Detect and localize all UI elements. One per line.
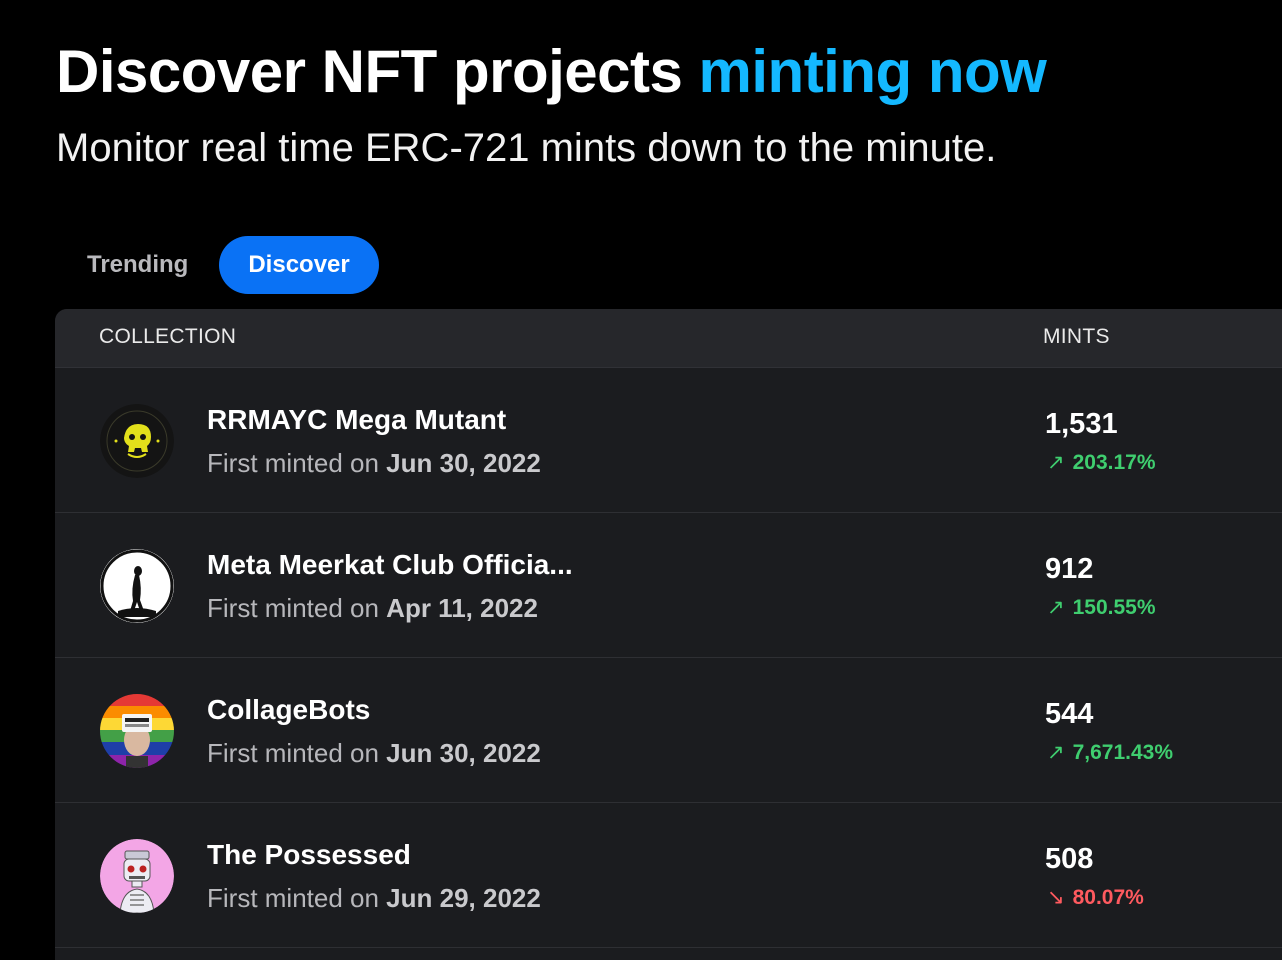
meerkat-silhouette-icon [100,549,174,623]
collections-table: COLLECTION MINTS RRMAYC Mega Mutant Firs… [55,309,1282,960]
first-minted-text: First minted on Jun 30, 2022 [207,738,541,769]
title-accent: minting now [698,38,1047,105]
first-minted-label: First minted on [207,448,387,478]
trend-down-icon: ↘ [1047,886,1065,909]
table-row[interactable]: CollageBots First minted on Jun 30, 2022… [55,658,1282,803]
first-minted-label: First minted on [207,883,387,913]
collection-name[interactable]: CollageBots [207,694,370,726]
collection-name[interactable]: RRMAYC Mega Mutant [207,404,506,436]
page-subtitle: Monitor real time ERC-721 mints down to … [56,126,997,170]
column-header-mints[interactable]: MINTS [1043,325,1110,349]
first-minted-date: Jun 30, 2022 [386,448,541,478]
mints-count: 912 [1045,553,1094,585]
tab-trending[interactable]: Trending [58,236,217,294]
collection-name[interactable]: Meta Meerkat Club Officia... [207,549,573,581]
table-row[interactable]: RRMAYC Mega Mutant First minted on Jun 3… [55,368,1282,513]
first-minted-text: First minted on Jun 30, 2022 [207,448,541,479]
first-minted-text: First minted on Apr 11, 2022 [207,593,538,624]
page: Discover NFT projects minting now Monito… [0,0,1282,960]
mints-count: 508 [1045,843,1094,875]
table-header: COLLECTION MINTS [55,309,1282,368]
trend-up-icon: ↗ [1047,596,1065,619]
mints-change: ↗ 7,671.43% [1047,740,1173,765]
trend-up-icon: ↗ [1047,741,1065,764]
trend-up-icon: ↗ [1047,451,1065,474]
ape-skull-badge-icon [100,404,174,478]
tab-discover[interactable]: Discover [219,236,379,294]
page-title: Discover NFT projects minting now [56,36,1047,108]
first-minted-text: First minted on Jun 29, 2022 [207,883,541,914]
column-header-collection[interactable]: COLLECTION [99,325,236,349]
first-minted-date: Apr 11, 2022 [386,593,538,623]
rainbow-robot-icon [100,694,174,768]
mints-change: ↗ 150.55% [1047,595,1156,620]
mints-change-value: 7,671.43% [1072,741,1174,764]
mints-change: ↗ 203.17% [1047,450,1156,475]
first-minted-date: Jun 30, 2022 [386,738,541,768]
mints-change: ↘ 80.07% [1047,885,1144,910]
table-row[interactable]: Meta Meerkat Club Officia... First minte… [55,513,1282,658]
first-minted-date: Jun 29, 2022 [386,883,541,913]
mints-change-value: 80.07% [1072,886,1144,909]
first-minted-label: First minted on [207,738,387,768]
mints-count: 1,531 [1045,408,1118,440]
title-main: Discover NFT projects [56,38,699,105]
pink-skeleton-icon [100,839,174,913]
mints-change-value: 203.17% [1072,451,1156,474]
tab-bar: Trending Discover [58,236,379,294]
collection-name[interactable]: The Possessed [207,839,411,871]
table-row[interactable]: The Possessed First minted on Jun 29, 20… [55,803,1282,948]
mints-change-value: 150.55% [1072,596,1156,619]
mints-count: 544 [1045,698,1094,730]
first-minted-label: First minted on [207,593,387,623]
